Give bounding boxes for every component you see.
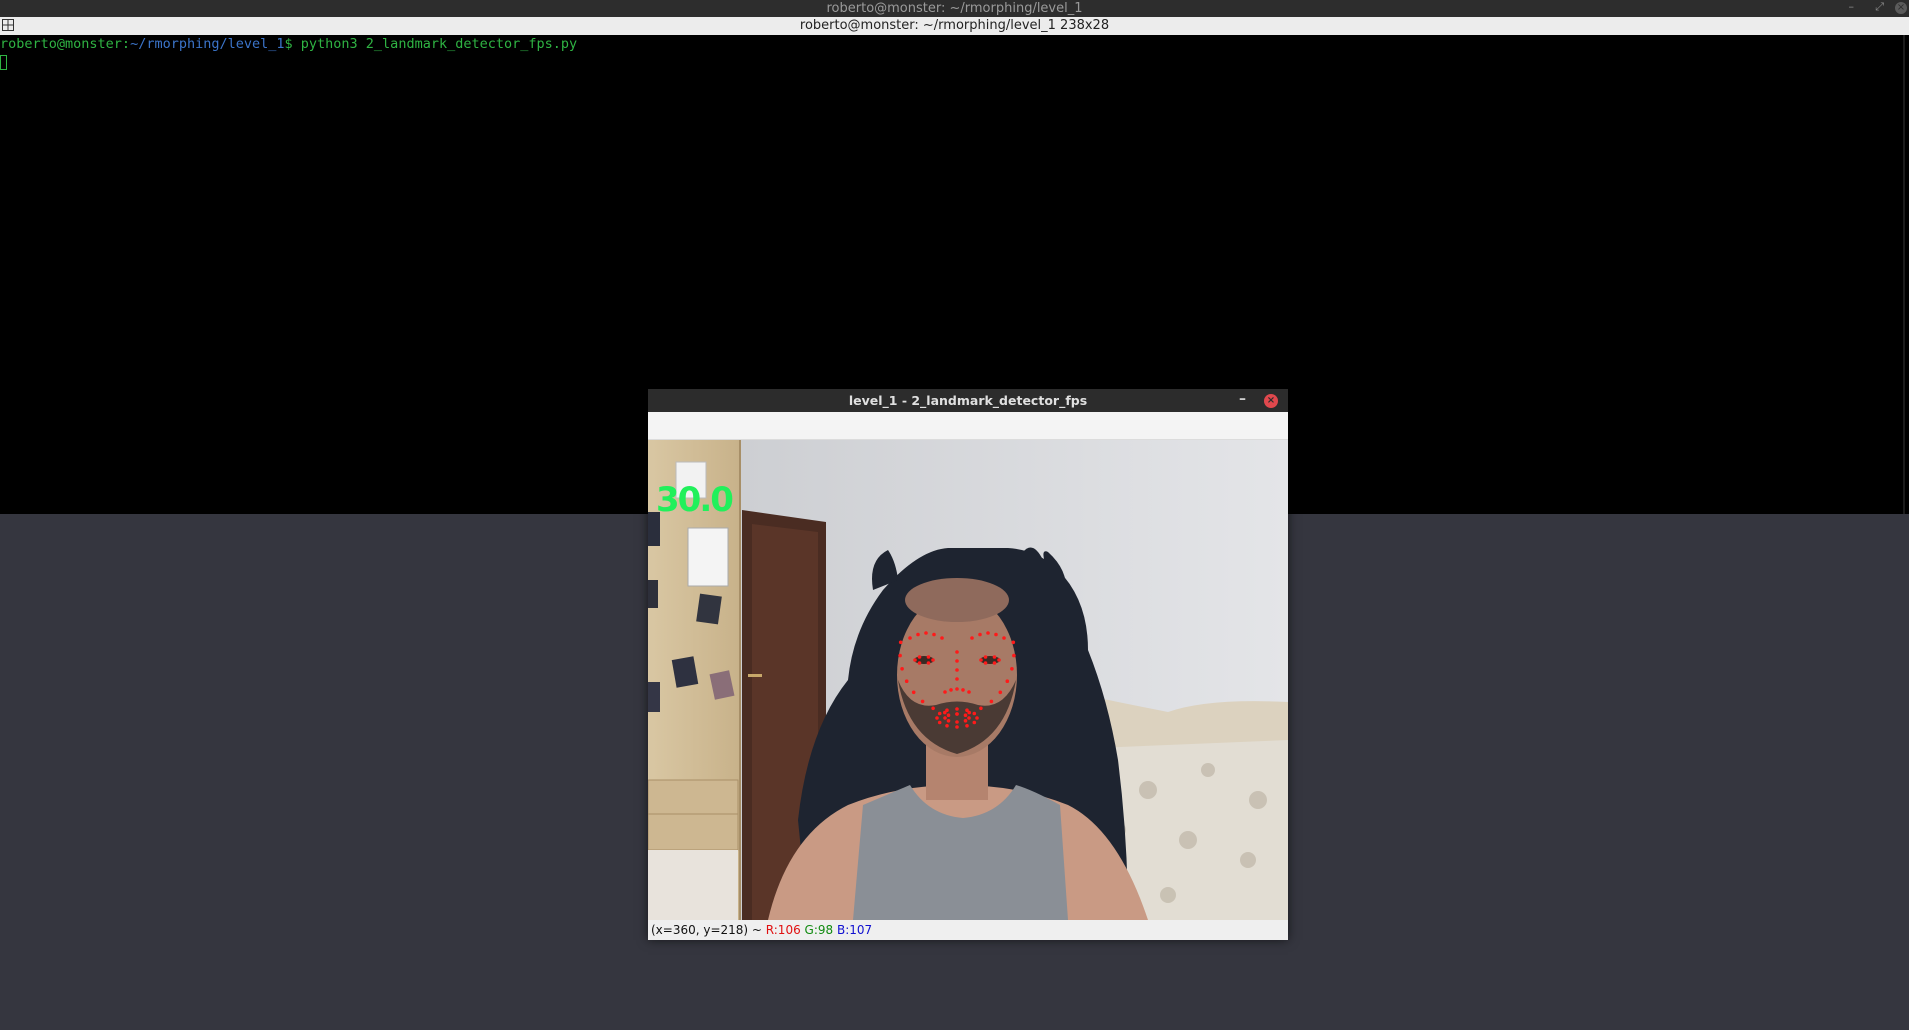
terminal-tab[interactable]: roberto@monster: ~/rmorphing/level_1 238…	[0, 17, 1909, 35]
terminal-title-bar[interactable]: roberto@monster: ~/rmorphing/level_1 – ⤢…	[0, 0, 1909, 17]
opencv-window-title: level_1 - 2_landmark_detector_fps	[848, 393, 1088, 408]
landmark-point	[967, 690, 971, 694]
landmark-point	[931, 706, 935, 711]
landmark-point	[1005, 679, 1010, 683]
landmark-point	[992, 655, 997, 659]
landmark-point	[917, 655, 922, 659]
minimize-icon[interactable]: –	[1849, 0, 1855, 17]
prompt-line: roberto@monster:~/rmorphing/level_1$ pyt…	[0, 35, 1909, 53]
landmark-point	[972, 720, 977, 725]
landmark-point	[961, 688, 965, 692]
landmark-point	[943, 690, 947, 694]
prompt-separator: :	[121, 36, 131, 52]
opencv-title-bar[interactable]: level_1 - 2_landmark_detector_fps – ×	[648, 389, 1288, 412]
landmark-point	[955, 712, 959, 716]
landmark-point	[997, 658, 1001, 662]
landmark-point	[994, 632, 998, 637]
terminal-window-title: roberto@monster: ~/rmorphing/level_1	[826, 1, 1083, 16]
landmark-point	[935, 716, 939, 720]
landmark-point	[917, 661, 922, 665]
landmark-point	[1010, 667, 1014, 671]
landmark-point	[967, 716, 971, 720]
landmark-point	[972, 711, 977, 716]
webcam-frame[interactable]: 30.0	[648, 440, 1288, 920]
landmark-point	[898, 640, 903, 645]
landmark-point	[913, 658, 917, 662]
landmark-point	[955, 677, 959, 681]
landmark-point	[949, 688, 953, 692]
landmark-point	[937, 711, 942, 716]
landmark-point	[911, 690, 916, 695]
close-icon[interactable]: ×	[1264, 394, 1278, 408]
landmark-point	[955, 687, 959, 691]
poster	[687, 527, 729, 587]
pixel-green-value: G:98	[804, 923, 834, 937]
landmark-point	[931, 658, 935, 662]
command-text: python3 2_landmark_detector_fps.py	[300, 36, 578, 52]
landmark-point	[945, 708, 949, 712]
landmark-point	[916, 632, 920, 637]
landmark-point	[955, 725, 959, 729]
landmark-point	[983, 655, 988, 659]
minimize-icon[interactable]: –	[1239, 389, 1246, 409]
landmark-point	[979, 706, 983, 711]
landmark-point	[920, 699, 925, 704]
landmark-point	[998, 690, 1003, 695]
prompt-path: ~/rmorphing/level_1	[130, 36, 285, 52]
terminal-scrollbar[interactable]	[1903, 35, 1905, 514]
landmark-point	[937, 720, 942, 725]
landmark-point	[963, 719, 968, 723]
landmark-point	[965, 724, 969, 728]
landmark-point	[963, 713, 968, 717]
webcam-scene	[648, 440, 1288, 920]
pixel-blue-value: B:107	[837, 923, 873, 937]
terminal-tab-title: roberto@monster: ~/rmorphing/level_1 238…	[799, 18, 1110, 33]
landmark-point	[965, 708, 969, 712]
landmark-point	[955, 720, 959, 724]
opencv-status-bar: (x=360, y=218) ~ R:106 G:98 B:107	[648, 920, 1288, 940]
landmark-point	[970, 636, 974, 640]
terminal-cursor	[0, 54, 7, 70]
landmark-point	[983, 661, 988, 665]
landmark-point	[986, 631, 990, 635]
landmark-point	[955, 659, 959, 663]
terminal-menu-icon[interactable]	[2, 19, 14, 31]
landmark-point	[979, 658, 983, 662]
close-icon[interactable]: ×	[1895, 2, 1907, 14]
landmark-point	[908, 636, 912, 640]
landmark-point	[978, 632, 982, 637]
landmark-point	[946, 713, 951, 717]
landmark-point	[955, 668, 959, 672]
opencv-window[interactable]: level_1 - 2_landmark_detector_fps – × 30…	[648, 389, 1288, 940]
opencv-toolbar	[648, 412, 1288, 440]
landmark-point	[1012, 653, 1016, 658]
landmark-point	[989, 699, 994, 704]
landmark-point	[946, 719, 951, 723]
pixel-red-value: R:106	[765, 923, 801, 937]
landmark-point	[940, 636, 944, 640]
landmark-point	[943, 716, 947, 720]
landmark-point	[955, 707, 959, 711]
landmark-point	[1011, 640, 1016, 645]
landmark-point	[926, 655, 931, 659]
landmark-point	[898, 653, 902, 658]
landmark-point	[955, 650, 959, 654]
landmark-point	[926, 661, 931, 665]
landmark-point	[1002, 636, 1006, 640]
landmark-point	[992, 661, 997, 665]
landmark-point	[900, 667, 904, 671]
landmark-point	[975, 716, 979, 720]
landmark-point	[945, 724, 949, 728]
prompt-symbol: $	[284, 36, 293, 52]
landmark-point	[932, 632, 936, 637]
prompt-user: roberto@monster	[0, 36, 122, 52]
cursor-coordinates: (x=360, y=218) ~	[651, 923, 766, 937]
landmark-point	[924, 631, 928, 635]
fps-overlay: 30.0	[656, 480, 734, 520]
landmark-point	[904, 679, 909, 683]
maximize-icon[interactable]: ⤢	[1875, 0, 1884, 17]
